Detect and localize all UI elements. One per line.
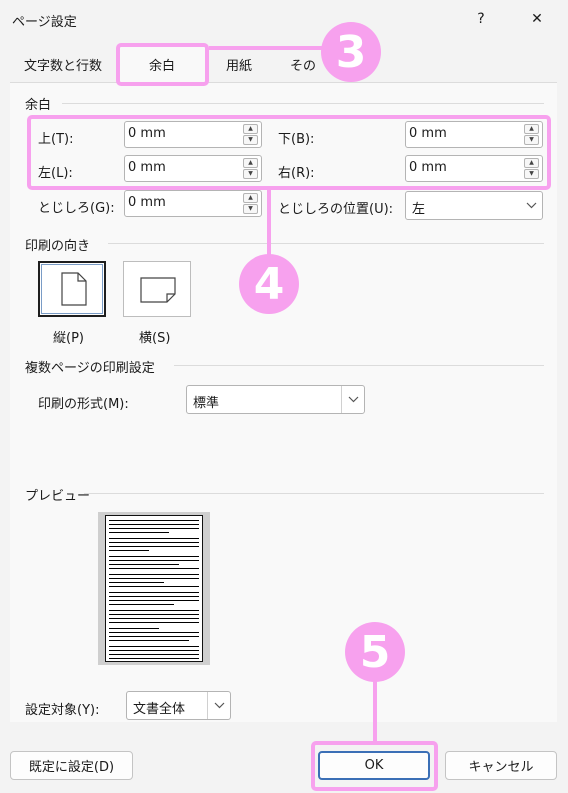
preview-text-line bbox=[109, 574, 199, 575]
chevron-down-icon[interactable] bbox=[341, 386, 364, 413]
preview-text-line bbox=[109, 542, 199, 543]
chevron-down-icon[interactable] bbox=[207, 692, 230, 719]
preview-text-line bbox=[109, 520, 199, 521]
landscape-button[interactable] bbox=[123, 261, 191, 317]
preview-text-line bbox=[109, 524, 199, 525]
portrait-label: 縦(P) bbox=[53, 331, 84, 346]
preview-text-line bbox=[109, 528, 199, 529]
landscape-label: 横(S) bbox=[139, 331, 171, 346]
preview-text-line bbox=[109, 582, 164, 583]
multiple-pages-section-title: 複数ページの印刷設定 bbox=[25, 361, 155, 376]
apply-to-select[interactable]: 文書全体 bbox=[126, 691, 231, 720]
chevron-down-icon[interactable] bbox=[520, 192, 542, 219]
preview-text-line bbox=[109, 658, 199, 659]
page-preview bbox=[98, 512, 210, 665]
preview-text-line bbox=[109, 600, 199, 601]
window-title: ページ設定 bbox=[12, 15, 77, 30]
annotation-box-margin-fields bbox=[27, 115, 551, 190]
portrait-page-icon bbox=[61, 272, 87, 306]
preview-text-line bbox=[109, 646, 199, 647]
section-divider bbox=[84, 493, 544, 494]
preview-text-line bbox=[109, 550, 149, 551]
preview-page bbox=[105, 515, 203, 662]
preview-text-line bbox=[109, 614, 199, 615]
gutter-value[interactable]: 0 mm bbox=[128, 195, 166, 210]
preview-text-line bbox=[109, 538, 199, 539]
preview-text-line bbox=[109, 628, 159, 629]
annotation-connector bbox=[209, 46, 333, 50]
preview-text-line bbox=[109, 578, 199, 579]
preview-text-line bbox=[109, 610, 199, 611]
preview-text-line bbox=[109, 556, 199, 557]
preview-text-line bbox=[109, 586, 199, 587]
margins-section-title: 余白 bbox=[25, 98, 52, 113]
gutter-position-select[interactable]: 左 bbox=[405, 191, 543, 220]
section-divider bbox=[174, 365, 544, 366]
tab-paper[interactable]: 用紙 bbox=[226, 46, 252, 82]
preview-text-line bbox=[109, 622, 199, 623]
tab-other[interactable]: その bbox=[290, 46, 316, 82]
orientation-section-title: 印刷の向き bbox=[25, 239, 91, 254]
section-divider bbox=[108, 243, 544, 244]
annotation-badge-4: 4 bbox=[239, 254, 299, 314]
landscape-page-icon bbox=[140, 277, 176, 303]
preview-text-line bbox=[109, 568, 199, 569]
close-button[interactable]: ✕ bbox=[514, 0, 560, 38]
annotation-badge-5: 5 bbox=[345, 622, 405, 682]
section-divider bbox=[62, 103, 544, 104]
annotation-connector bbox=[373, 680, 377, 742]
gutter-spinner[interactable]: 0 mm ▲ ▼ bbox=[124, 190, 262, 217]
preview-text-line bbox=[109, 640, 189, 641]
cancel-button[interactable]: キャンセル bbox=[445, 751, 557, 780]
preview-text-line bbox=[109, 560, 199, 561]
preview-text-line bbox=[109, 632, 199, 633]
preview-text-line bbox=[109, 618, 199, 619]
apply-to-value: 文書全体 bbox=[133, 702, 186, 717]
preview-text-line bbox=[109, 592, 199, 593]
annotation-connector bbox=[267, 190, 271, 256]
gutter-position-value: 左 bbox=[412, 202, 426, 217]
tab-characters-lines[interactable]: 文字数と行数 bbox=[24, 46, 102, 82]
apply-to-label: 設定対象(Y): bbox=[25, 703, 100, 718]
annotation-box-ok-button bbox=[311, 741, 438, 791]
spin-up-icon[interactable]: ▲ bbox=[243, 193, 258, 203]
set-as-default-button[interactable]: 既定に設定(D) bbox=[10, 751, 133, 780]
print-format-select[interactable]: 標準 bbox=[186, 385, 365, 414]
preview-text-line bbox=[109, 604, 174, 605]
preview-text-line bbox=[109, 532, 169, 533]
preview-text-line bbox=[109, 636, 199, 637]
annotation-box-margins-tab bbox=[116, 43, 209, 86]
preview-text-line bbox=[109, 650, 199, 651]
gutter-position-label: とじしろの位置(U): bbox=[278, 202, 394, 217]
print-format-value: 標準 bbox=[193, 396, 220, 411]
preview-text-line bbox=[109, 596, 199, 597]
spin-down-icon[interactable]: ▼ bbox=[243, 204, 258, 214]
help-button[interactable]: ? bbox=[458, 0, 504, 38]
preview-section-title: プレビュー bbox=[25, 489, 91, 504]
preview-text-line bbox=[109, 546, 199, 547]
print-format-label: 印刷の形式(M): bbox=[38, 397, 129, 412]
gutter-label: とじしろ(G): bbox=[38, 201, 115, 216]
preview-text-line bbox=[109, 564, 179, 565]
preview-text-line bbox=[109, 654, 199, 655]
portrait-button[interactable] bbox=[38, 261, 106, 317]
annotation-badge-3: 3 bbox=[321, 22, 381, 82]
